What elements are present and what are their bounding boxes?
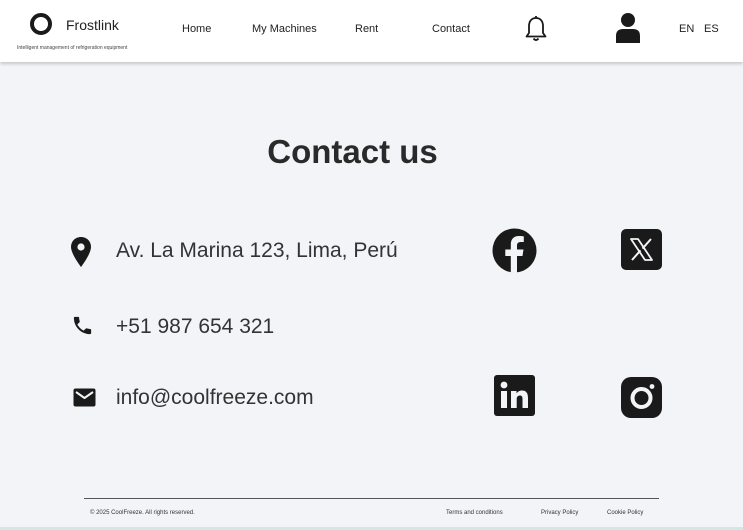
brand-name[interactable]: Frostlink (66, 17, 119, 33)
footer-link-privacy[interactable]: Privacy Policy (541, 510, 578, 516)
contact-phone: +51 987 654 321 (116, 315, 275, 338)
footer-link-terms[interactable]: Terms and conditions (446, 510, 503, 516)
nav-contact[interactable]: Contact (432, 23, 470, 35)
user-icon[interactable] (614, 12, 642, 44)
phone-icon (73, 316, 92, 335)
nav-rent[interactable]: Rent (355, 23, 378, 35)
language-es[interactable]: ES (704, 23, 719, 35)
nav-my-machines[interactable]: My Machines (252, 23, 317, 35)
footer-copyright: © 2025 CoolFreeze. All rights reserved. (90, 510, 195, 516)
brand-tagline: Intelligent management of refrigeration … (17, 45, 128, 51)
location-pin-icon (71, 237, 91, 267)
mail-icon (73, 388, 96, 407)
footer-link-cookies[interactable]: Cookie Policy (607, 510, 643, 516)
facebook-icon[interactable] (492, 228, 537, 273)
language-en[interactable]: EN (679, 23, 694, 35)
top-navbar: Frostlink Intelligent management of refr… (0, 0, 743, 62)
contact-email: info@coolfreeze.com (116, 386, 314, 409)
page-title: Contact us (267, 133, 438, 170)
instagram-icon[interactable] (621, 377, 662, 418)
footer-divider (84, 498, 659, 499)
bell-icon[interactable] (524, 15, 548, 43)
x-icon[interactable] (621, 229, 662, 270)
nav-home[interactable]: Home (182, 23, 211, 35)
logo-icon[interactable] (30, 13, 52, 35)
contact-address: Av. La Marina 123, Lima, Perú (116, 239, 398, 262)
linkedin-icon[interactable] (494, 375, 535, 416)
